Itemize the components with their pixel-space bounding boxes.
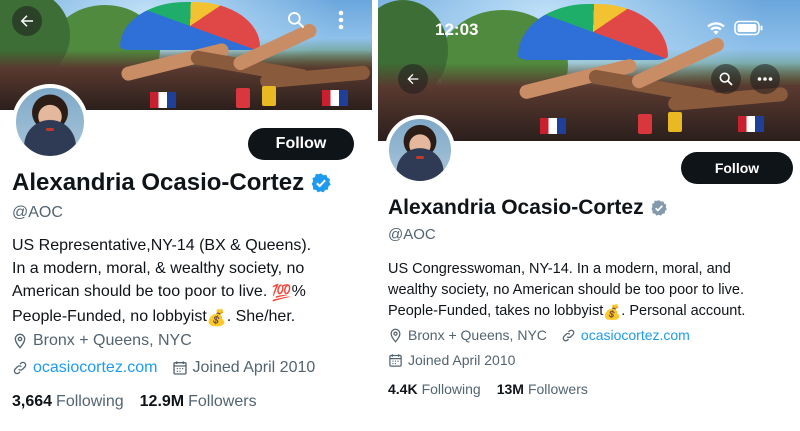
display-name: Alexandria Ocasio-Cortez — [388, 196, 668, 220]
link-icon — [562, 329, 575, 341]
location: Bronx + Queens, NYC — [388, 327, 547, 343]
profile-meta-2: ocasiocortez.com Joined April 2010 — [12, 359, 329, 377]
back-arrow-icon — [20, 15, 33, 27]
website[interactable]: ocasiocortez.com — [561, 327, 690, 343]
search-button[interactable] — [711, 64, 741, 94]
website-link[interactable]: ocasiocortez.com — [581, 327, 690, 343]
verified-badge-icon — [311, 173, 331, 193]
calendar-icon — [389, 353, 402, 367]
profile-meta: Bronx + Queens, NYC — [12, 332, 206, 350]
hundred-emoji-icon: 💯 — [271, 285, 292, 302]
more-horizontal-icon — [757, 77, 773, 81]
follow-button[interactable]: Follow — [681, 152, 793, 184]
more-button[interactable] — [750, 64, 780, 94]
bio-line: US Representative,NY-14 (BX & Queens). — [12, 237, 312, 254]
moneybag-emoji-icon: 💰 — [603, 305, 622, 321]
handle: @AOC — [12, 204, 63, 221]
follow-stats: 3,664 Following 12.9M Followers — [12, 393, 273, 411]
verified-badge-icon — [651, 200, 667, 216]
moneybag-emoji-icon: 💰 — [206, 310, 227, 327]
joined-date: Joined April 2010 — [388, 352, 515, 368]
link-icon — [13, 361, 27, 375]
bio-line: People-Funded, takes no lobbyist💰. Perso… — [388, 301, 798, 324]
calendar-icon — [172, 361, 187, 375]
follow-button[interactable]: Follow — [248, 128, 354, 160]
display-name-text: Alexandria Ocasio-Cortez — [388, 196, 644, 219]
profile-panel-new: 12:03 Follow Alexandria Ocasio-Cortez @A… — [378, 0, 800, 431]
location-pin-icon — [14, 333, 26, 349]
followers-stat[interactable]: 13M Followers — [497, 381, 588, 397]
bio: US Representative,NY-14 (BX & Queens). I… — [12, 234, 370, 330]
bio-line: US Congresswoman, NY-14. In a modern, mo… — [388, 261, 731, 277]
follow-stats: 4.4K Following 13M Followers — [388, 381, 604, 397]
location: Bronx + Queens, NYC — [12, 332, 192, 350]
search-icon — [719, 72, 733, 86]
bio-line: wealthy society, no American should be t… — [388, 282, 744, 298]
joined-date: Joined April 2010 — [172, 359, 315, 377]
more-vertical-icon — [338, 10, 344, 30]
handle: @AOC — [388, 226, 436, 243]
bio: US Congresswoman, NY-14. In a modern, mo… — [388, 259, 798, 324]
wifi-icon — [707, 22, 725, 35]
website[interactable]: ocasiocortez.com — [12, 359, 158, 377]
location-pin-icon — [390, 328, 401, 343]
website-link[interactable]: ocasiocortez.com — [33, 359, 158, 377]
profile-meta-2: Joined April 2010 — [388, 352, 529, 368]
battery-icon — [734, 20, 763, 36]
status-icons — [706, 20, 764, 36]
bio-line: American should be too poor to live. 💯% — [12, 280, 370, 305]
display-name: Alexandria Ocasio-Cortez — [12, 169, 332, 197]
profile-meta: Bronx + Queens, NYC ocasiocortez.com — [388, 327, 704, 343]
bio-line: People-Funded, no lobbyist💰. She/her. — [12, 305, 370, 330]
back-arrow-icon — [407, 73, 419, 85]
search-icon — [288, 12, 305, 29]
profile-panel-old: Follow Alexandria Ocasio-Cortez @AOC US … — [0, 0, 372, 431]
display-name-text: Alexandria Ocasio-Cortez — [12, 169, 305, 196]
search-button[interactable] — [282, 6, 310, 34]
bio-line: In a modern, moral, & wealthy society, n… — [12, 260, 305, 277]
status-time: 12:03 — [435, 20, 479, 39]
more-button[interactable] — [328, 6, 354, 34]
following-stat[interactable]: 4.4K Following — [388, 381, 481, 397]
back-button[interactable] — [398, 64, 428, 94]
followers-stat[interactable]: 12.9M Followers — [140, 393, 257, 411]
avatar[interactable] — [12, 84, 88, 160]
back-button[interactable] — [12, 6, 42, 36]
avatar[interactable] — [385, 115, 455, 185]
following-stat[interactable]: 3,664 Following — [12, 393, 124, 411]
